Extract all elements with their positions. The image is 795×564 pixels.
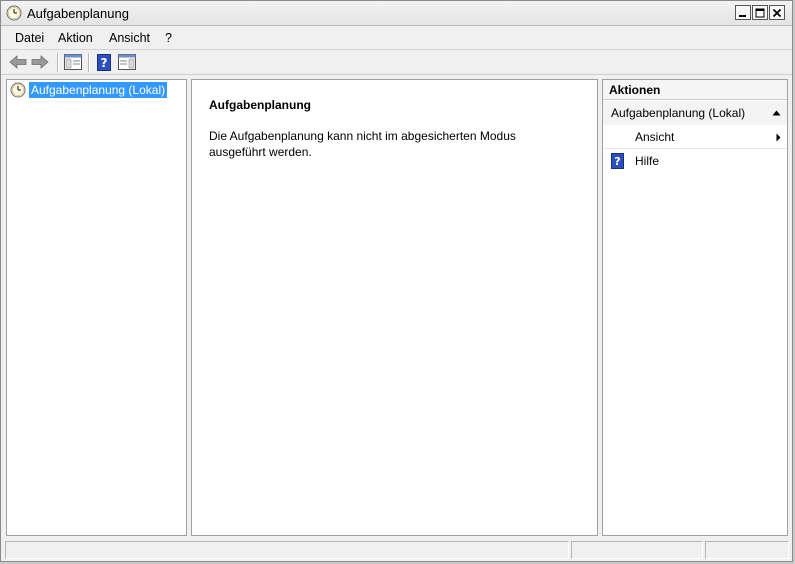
tree-item-label: Aufgabenplanung (Lokal)	[29, 82, 168, 98]
clock-icon	[6, 5, 22, 21]
back-button[interactable]	[9, 53, 27, 71]
tree-item-aufgabenplanung-lokal[interactable]: Aufgabenplanung (Lokal)	[10, 82, 168, 98]
console-tree-icon	[64, 54, 82, 70]
status-cell-main	[5, 541, 569, 559]
center-title: Aufgabenplanung	[209, 98, 311, 112]
help-icon: ?	[611, 153, 624, 169]
maximize-button[interactable]	[752, 5, 768, 20]
actions-pane: Aktionen Aufgabenplanung (Lokal) Ansicht…	[602, 79, 788, 536]
action-ansicht-label: Ansicht	[635, 130, 675, 144]
toolbar-separator	[57, 53, 59, 72]
arrow-left-icon	[9, 55, 27, 69]
action-hilfe[interactable]: ? Hilfe	[603, 149, 787, 173]
menu-ansicht[interactable]: Ansicht	[109, 31, 150, 45]
toolbar-separator	[88, 53, 90, 72]
toolbar: ?	[1, 49, 792, 75]
result-pane: Aufgabenplanung Die Aufgabenplanung kann…	[191, 79, 598, 536]
help-button[interactable]: ?	[95, 53, 113, 71]
actions-section-label: Aufgabenplanung (Lokal)	[611, 106, 746, 120]
svg-text:?: ?	[101, 56, 108, 70]
actions-section-header[interactable]: Aufgabenplanung (Lokal)	[603, 101, 787, 125]
show-hide-action-pane-button[interactable]	[118, 53, 136, 71]
window-title: Aufgabenplanung	[27, 6, 129, 21]
action-ansicht[interactable]: Ansicht	[603, 125, 787, 149]
title-bar[interactable]: Aufgabenplanung	[1, 1, 792, 26]
svg-text:?: ?	[614, 155, 620, 168]
show-hide-tree-button[interactable]	[64, 53, 82, 71]
action-hilfe-label: Hilfe	[635, 154, 660, 168]
action-pane-icon	[118, 54, 136, 70]
status-bar	[1, 539, 792, 561]
status-cell-2	[571, 541, 703, 559]
console-tree-pane[interactable]: Aufgabenplanung (Lokal)	[6, 79, 187, 536]
menu-help[interactable]: ?	[165, 31, 172, 45]
help-icon: ?	[97, 53, 111, 71]
collapse-up-icon	[772, 110, 781, 116]
actions-header: Aktionen	[603, 80, 787, 100]
app-window: Aufgabenplanung Datei Aktion Ansicht ? ?…	[0, 0, 793, 562]
error-message: Die Aufgabenplanung kann nicht im abgesi…	[209, 129, 516, 159]
menu-bar: Datei Aktion Ansicht ?	[1, 26, 792, 49]
submenu-arrow-icon	[776, 133, 781, 142]
minimize-button[interactable]	[735, 5, 751, 20]
status-cell-3	[705, 541, 789, 559]
menu-datei[interactable]: Datei	[15, 31, 44, 45]
clock-icon	[10, 82, 26, 98]
close-button[interactable]	[769, 5, 785, 20]
forward-button[interactable]	[31, 53, 49, 71]
arrow-right-icon	[31, 55, 49, 69]
actions-header-label: Aktionen	[609, 83, 661, 97]
menu-aktion[interactable]: Aktion	[58, 31, 93, 45]
